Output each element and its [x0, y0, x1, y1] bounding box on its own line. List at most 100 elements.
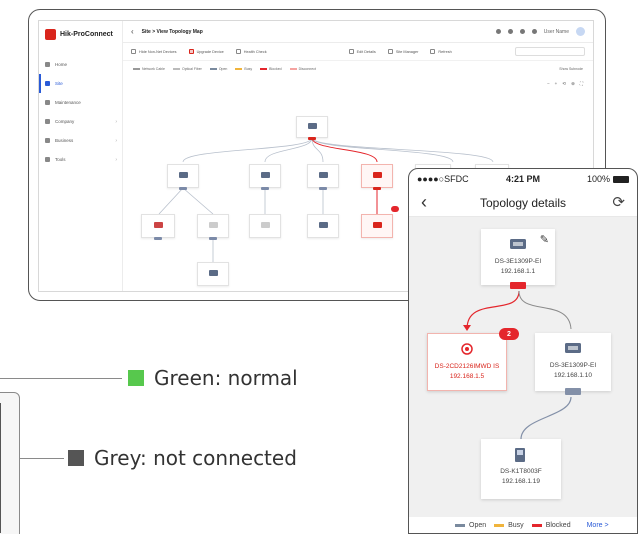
chevron-right-icon: ›	[115, 156, 117, 163]
legend-busy: Busy	[494, 522, 524, 529]
alarm-count-badge: 2	[499, 328, 519, 340]
legend-item-normal: Green: normal	[128, 366, 298, 390]
company-icon	[45, 119, 50, 124]
message-icon[interactable]	[519, 29, 525, 34]
switch-icon	[372, 171, 382, 178]
topology-node-alarm[interactable]	[361, 214, 393, 238]
topology-node[interactable]	[167, 164, 199, 190]
node-ip: 192.168.1.5	[449, 373, 485, 380]
topology-node-switch[interactable]: DS-3E1309P-EI 192.168.1.10	[535, 333, 611, 395]
nvr-icon	[153, 221, 163, 228]
phone-nav-bar: ‹ Topology details ⟳	[409, 189, 637, 217]
back-arrow-icon[interactable]: ‹	[421, 192, 427, 213]
device-icon	[318, 221, 328, 228]
status-bar: ●●●●○SFDC 4:21 PM 100%	[409, 169, 637, 189]
hide-non-net-devices-checkbox[interactable]: Hide Non-Net Devices	[131, 49, 177, 54]
legend-network-cable: Network Cable	[133, 67, 165, 71]
logo-icon	[45, 29, 56, 40]
home-icon	[45, 62, 50, 67]
topology-node-root[interactable]	[296, 116, 328, 140]
topology-node[interactable]	[307, 214, 339, 238]
topology-node[interactable]	[307, 164, 339, 190]
topology-node[interactable]	[197, 214, 229, 240]
legend-open: Open	[455, 522, 486, 529]
topology-node[interactable]	[141, 214, 175, 240]
legend-busy: Busy	[235, 67, 252, 71]
checkbox-icon	[131, 49, 136, 54]
phone-mockup: ●●●●○SFDC 4:21 PM 100% ‹ Topology detail…	[408, 168, 638, 534]
node-ip: 192.168.1.1	[500, 268, 536, 275]
topology-node-alarm[interactable]	[361, 164, 393, 190]
node-ip: 192.168.1.19	[502, 478, 540, 485]
legend-open: Open	[209, 67, 227, 71]
help-icon[interactable]	[507, 29, 513, 34]
topology-node[interactable]	[249, 214, 281, 238]
desktop-sidebar: Hik-ProConnect Home Site Maintenance Com…	[39, 21, 123, 291]
grey-swatch-icon	[68, 450, 84, 466]
node-name: DS-2CD2126IMWD IS	[434, 363, 500, 370]
switch-icon	[178, 171, 188, 178]
health-check-button[interactable]: Health Check	[235, 49, 267, 54]
topology-node-nvr[interactable]: DS-K1T8003F 192.168.1.19	[481, 439, 561, 499]
app-logo[interactable]: Hik-ProConnect	[45, 29, 113, 40]
logo-text: Hik-ProConnect	[60, 31, 113, 38]
camera-icon	[372, 221, 382, 228]
device-frame-inner	[0, 403, 1, 533]
show-subnode-toggle[interactable]: Show Subnode	[559, 67, 583, 71]
edit-icon[interactable]: ✎	[540, 233, 549, 246]
legend-optical-fiber: Optical Fiber	[172, 67, 202, 71]
node-name: DS-3E1309P-EI	[494, 258, 542, 265]
edit-icon	[348, 49, 354, 54]
edit-details-button[interactable]: Edit Details	[348, 49, 376, 54]
sidebar-item-company[interactable]: Company ›	[39, 112, 123, 131]
search-input[interactable]	[515, 47, 585, 56]
refresh-icon[interactable]: ⟳	[612, 193, 625, 211]
business-icon	[45, 138, 50, 143]
refresh-icon	[430, 49, 436, 54]
avatar[interactable]	[576, 27, 585, 36]
green-swatch-icon	[128, 370, 144, 386]
sidebar-item-site[interactable]: Site	[39, 74, 123, 93]
sidebar-item-maintenance[interactable]: Maintenance	[39, 93, 123, 112]
switch-icon	[307, 122, 317, 129]
access-terminal-icon	[512, 448, 530, 462]
page-title: Site > View Topology Map	[141, 28, 203, 35]
refresh-button[interactable]: Refresh	[430, 49, 452, 54]
legend-blocked: Blocked	[531, 522, 571, 529]
sidebar-item-home[interactable]: Home	[39, 55, 123, 74]
more-link[interactable]: More >	[587, 522, 609, 529]
notification-icon[interactable]	[495, 29, 501, 34]
tools-icon	[45, 157, 50, 162]
sidebar-item-business[interactable]: Business ›	[39, 131, 123, 150]
upgrade-device-button[interactable]: Upgrade Device	[188, 49, 224, 54]
user-name[interactable]: User Name	[544, 29, 569, 35]
sidebar-item-tools[interactable]: Tools ›	[39, 150, 123, 169]
topology-node[interactable]	[197, 262, 229, 286]
camera-alarm-icon	[458, 343, 476, 355]
legend-disconnect: Disconnect	[289, 67, 316, 71]
topology-node[interactable]	[249, 164, 281, 190]
legend-label-not-connected: Grey: not connected	[94, 446, 297, 470]
topology-node-alarm[interactable]: DS-2CD2126IMWD IS 192.168.1.5	[427, 333, 507, 391]
switch-icon	[318, 171, 328, 178]
legend-line-grey	[20, 458, 64, 459]
legend-item-not-connected: Grey: not connected	[68, 446, 297, 470]
back-arrow-icon[interactable]: ‹	[131, 27, 134, 36]
topology-view: ✎ DS-3E1309P-EI 192.168.1.1 DS-2CD2126IM…	[409, 217, 637, 519]
site-manager-button[interactable]: Site Manager	[387, 49, 418, 54]
topology-node-root[interactable]: ✎ DS-3E1309P-EI 192.168.1.1	[481, 229, 555, 289]
legend-line-green	[0, 378, 122, 379]
switch-icon	[509, 238, 527, 250]
chevron-right-icon: ›	[115, 137, 117, 144]
link-legend-bar: Open Busy Blocked More >	[409, 517, 637, 533]
node-name: DS-3E1309P-EI	[549, 362, 597, 369]
sidebar-nav: Home Site Maintenance Company › Business…	[39, 55, 123, 169]
port-indicator	[510, 282, 526, 289]
clock-text: 4:21 PM	[505, 174, 540, 184]
legend-blocked: Blocked	[260, 67, 282, 71]
node-ip: 192.168.1.10	[554, 372, 592, 379]
settings-icon[interactable]	[531, 29, 537, 34]
page-title: Topology details	[479, 195, 567, 210]
port-indicator	[565, 388, 581, 395]
link-legend: Network Cable Optical Fiber Open Busy Bl…	[123, 62, 593, 76]
